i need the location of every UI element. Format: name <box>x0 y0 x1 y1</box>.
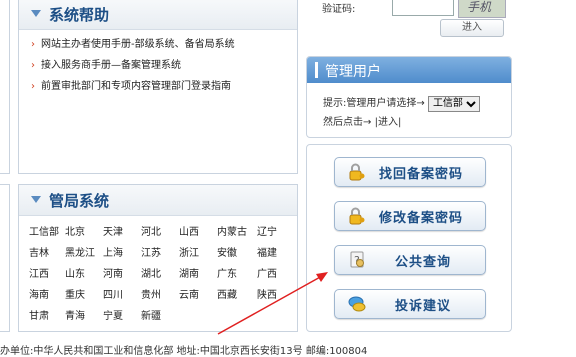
red-arrow-annotation <box>217 272 328 335</box>
footer-text: 办单位:中华人民共和国工业和信息化部 地址:中国北京西长安街13号 邮编:100… <box>0 346 368 357</box>
footer: 办单位:中华人民共和国工业和信息化部 地址:中国北京西长安街13号 邮编:100… <box>0 340 576 357</box>
